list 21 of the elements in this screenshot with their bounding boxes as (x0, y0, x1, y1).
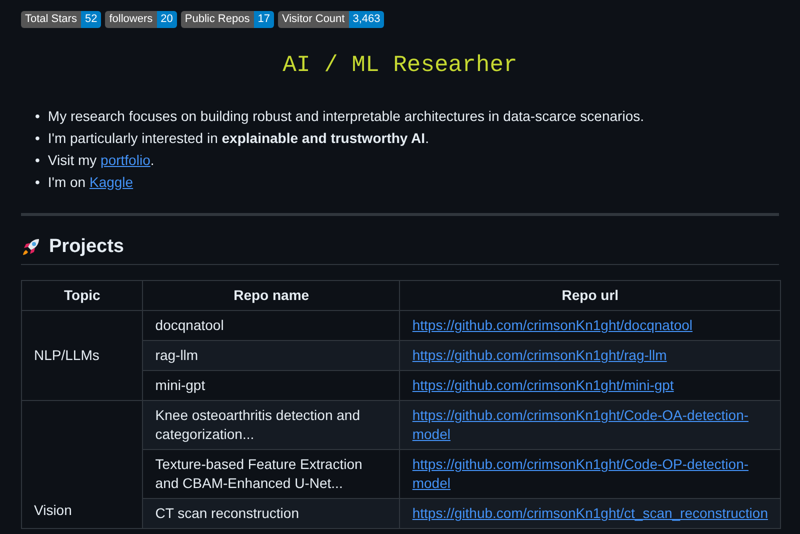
bullet-text: My research focuses on building robust and interpretable architectures in data-scarce scenarios. (48, 106, 644, 126)
table-cell: rag-llm (142, 340, 400, 371)
table-cell: CT scan reconstruction (142, 498, 400, 529)
page-title: AI / ML Researher (282, 51, 518, 80)
text-link[interactable]: portfolio (100, 152, 150, 168)
bullet-marker: • (35, 128, 40, 148)
text-link[interactable]: Kaggle (89, 174, 134, 190)
section-heading: Projects (49, 236, 124, 258)
column-header: Topic (22, 280, 143, 311)
rocket-icon (21, 236, 41, 257)
bullet-text: I'm on Kaggle (48, 172, 134, 192)
table-cell: Vision (22, 400, 143, 529)
bullet-text: Visit my portfolio. (48, 150, 154, 170)
column-header: Repo name (142, 280, 400, 311)
table-cell: Knee osteoarthritis detection and categorization... (142, 400, 400, 450)
column-header: Repo url (400, 280, 780, 311)
bullet-marker: • (35, 150, 40, 170)
bullet-text: I'm particularly interested in explainable and trustworthy AI. (48, 128, 429, 148)
table-cell: NLP/LLMs (22, 310, 143, 401)
bullet-marker: • (35, 172, 40, 192)
bullet-marker: • (35, 106, 40, 126)
